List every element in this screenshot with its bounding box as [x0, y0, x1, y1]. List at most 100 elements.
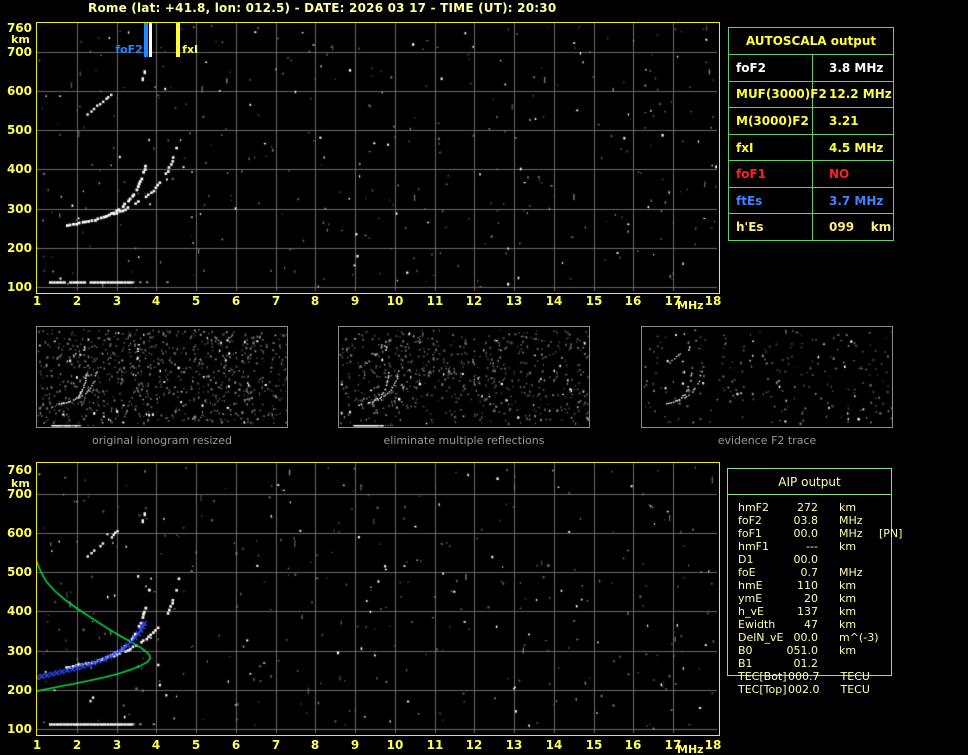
autoscala-row-value: 4.5 MHz [829, 140, 884, 155]
aip-row-label: DelN_vE [738, 631, 784, 644]
autoscala-row-label: M(3000)F2 [729, 108, 813, 134]
aip-row-unit: km [839, 618, 857, 631]
axis-tick-label: 14 [545, 738, 563, 752]
autoscala-row: fxI 4.5 MHz [729, 133, 893, 161]
aip-row-value: 110 [797, 579, 818, 592]
axis-tick-label: 7 [271, 294, 281, 308]
axis-tick-label: 1 [32, 294, 42, 308]
aip-row: hmF2 272 km [738, 501, 891, 514]
axis-tick-label: 500 [6, 123, 32, 137]
aip-row-unit [839, 657, 879, 670]
hmf2-marker-bar [149, 23, 153, 57]
axis-tick-label: 13 [505, 294, 523, 308]
aip-row-value: 051.0 [786, 644, 819, 657]
autoscala-row-value: NO [829, 167, 850, 182]
autoscala-row: h'Es 099 km [729, 213, 893, 241]
aip-row-label: TEC[Bot] [738, 670, 787, 683]
aip-row-unit: km [839, 540, 857, 553]
axis-tick-label: 200 [6, 683, 32, 697]
autoscala-row-label: foF1 [729, 161, 813, 187]
axis-tick-label: 14 [545, 294, 563, 308]
axis-tick-label: 4 [151, 294, 161, 308]
ionogram-bottom-canvas [37, 463, 717, 733]
aip-row-unit: TECU [840, 683, 870, 696]
axis-tick-label: 11 [426, 294, 444, 308]
ionogram-top-plot: foF2 fxI [36, 22, 720, 294]
thumbnail-caption: evidence F2 trace [717, 434, 817, 447]
axis-tick-label: 15 [585, 738, 603, 752]
axis-tick-label: 2 [72, 294, 82, 308]
axis-tick-label: 200 [6, 241, 32, 255]
aip-row: B0 051.0 km [738, 644, 891, 657]
axis-tick-label: 600 [6, 526, 32, 540]
autoscala-table-rows: foF2 3.8 MHz MUF(3000)F2 12.2 MHz M(3000)F… [729, 54, 893, 241]
thumbnail-canvas [339, 327, 589, 427]
axis-tick-label: 3 [112, 738, 122, 752]
aip-row-label: hmF1 [738, 540, 770, 553]
autoscala-row-label: ftEs [729, 187, 813, 214]
axis-tick-label: 18 [704, 738, 722, 752]
axis-tick-label: 5 [191, 738, 201, 752]
autoscala-row-label: MUF(3000)F2 [729, 81, 827, 108]
aip-row: foE 0.7 MHz [738, 566, 891, 579]
ionogram-top-canvas [37, 23, 717, 291]
aip-row-unit: km [839, 605, 857, 618]
autoscala-row-label: foF2 [729, 55, 813, 81]
axis-tick-label: 100 [6, 280, 32, 294]
aip-row-value: 137 [797, 605, 818, 618]
axis-tick-label: 700 [6, 45, 32, 59]
axis-tick-label: 18 [704, 294, 722, 308]
axis-tick-label: 10 [386, 294, 404, 308]
thumbnail-eliminate-reflections [338, 326, 590, 428]
aip-row-label: foF2 [738, 514, 762, 527]
autoscala-row-label: fxI [729, 134, 813, 161]
thumbnail-caption: eliminate multiple reflections [383, 434, 545, 447]
autoscala-row-value: 3.21 [829, 113, 859, 128]
autoscala-row-value: 099 km [829, 220, 892, 235]
axis-tick-label: 1 [32, 738, 42, 752]
autoscala-row: foF2 3.8 MHz [729, 54, 893, 81]
axis-tick-label: 6 [231, 738, 241, 752]
thumbnail-evidence-f2 [641, 326, 893, 428]
axis-tick-label: 10 [386, 738, 404, 752]
aip-row-label: hmE [738, 579, 763, 592]
aip-row-unit: km [839, 501, 857, 514]
aip-row-label: foF1 [738, 527, 762, 540]
axis-tick-label: 4 [151, 738, 161, 752]
axis-tick-label: 500 [6, 565, 32, 579]
aip-row: DelN_vE 00.0 m^(-3) [738, 631, 891, 644]
axis-tick-label: 8 [310, 294, 320, 308]
fxi-marker-label: fxI [182, 43, 199, 56]
aip-row-label: B1 [738, 657, 753, 670]
autoscala-row: foF1 NO [729, 160, 893, 187]
axis-tick-label: 6 [231, 294, 241, 308]
autoscala-row-value: 3.8 MHz [829, 60, 884, 75]
axis-tick-label: 12 [465, 738, 483, 752]
axis-tick-label: 15 [585, 294, 603, 308]
aip-row: TEC[Top] 002.0 TECU [738, 683, 891, 696]
axis-tick-label: 600 [6, 84, 32, 98]
aip-row: ymE 20 km [738, 592, 891, 605]
aip-row: h_vE 137 km [738, 605, 891, 618]
aip-table-title: AIP output [728, 469, 891, 495]
aip-row-unit: km [839, 592, 857, 605]
aip-row: TEC[Bot] 000.7 TECU [738, 670, 891, 683]
aip-row-value: 000.7 [788, 670, 820, 683]
aip-row-value: 002.0 [788, 683, 820, 696]
autoscala-table-title: AUTOSCALA output [745, 34, 877, 48]
axis-tick-label: 5 [191, 294, 201, 308]
aip-row-unit [839, 553, 879, 566]
axis-tick-label: 100 [6, 722, 32, 736]
aip-row-value: 272 [797, 501, 818, 514]
autoscala-row: MUF(3000)F2 12.2 MHz [729, 80, 893, 108]
axis-tick-label: 8 [310, 738, 320, 752]
aip-row-label: B0 [738, 644, 753, 657]
aip-row-value: 20 [804, 592, 818, 605]
aip-row: hmF1 --- km [738, 540, 891, 553]
aip-row-value: 0.7 [800, 566, 819, 579]
axis-unit-km: km [11, 477, 30, 490]
thumbnail-caption: original ionogram resized [92, 434, 232, 447]
page-title: Rome (lat: +41.8, lon: 012.5) - DATE: 20… [88, 1, 557, 15]
thumbnail-original-ionogram [36, 326, 288, 428]
aip-row: hmE 110 km [738, 579, 891, 592]
